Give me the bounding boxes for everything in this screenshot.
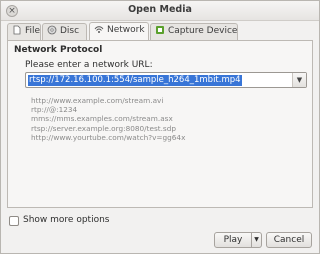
example-url: http://www.example.com/stream.avi [31, 96, 164, 105]
file-icon [12, 25, 22, 35]
url-input[interactable]: rtsp://172.16.100.1:554/sample_h264_1mbi… [28, 75, 242, 86]
network-panel: Network Protocol Please enter a network … [7, 40, 313, 208]
play-button[interactable]: Play [214, 232, 252, 248]
play-dropdown-icon[interactable]: ▼ [252, 232, 262, 248]
window-title: Open Media [128, 4, 192, 15]
tab-file[interactable]: File [7, 23, 41, 40]
open-media-dialog: × Open Media File Disc Network Capture D… [0, 0, 320, 254]
tab-disc[interactable]: Disc [42, 23, 87, 40]
chevron-down-icon[interactable]: ▼ [292, 73, 306, 87]
disc-icon [47, 25, 57, 35]
example-url: rtsp://server.example.org:8080/test.sdp [31, 123, 176, 133]
capture-icon [155, 25, 165, 35]
example-url: rtp://@:1234 [31, 105, 78, 115]
title-bar: × Open Media [1, 1, 319, 21]
tab-capture-device[interactable]: Capture Device [150, 23, 238, 40]
tab-network[interactable]: Network [89, 22, 149, 41]
url-combobox[interactable]: rtsp://172.16.100.1:554/sample_h264_1mbi… [25, 72, 307, 88]
show-more-checkbox[interactable] [9, 216, 19, 226]
show-more-label: Show more options [23, 215, 110, 225]
example-url: mms://mms.examples.com/stream.asx [31, 114, 173, 124]
network-icon [94, 24, 104, 34]
cancel-button[interactable]: Cancel [266, 232, 312, 248]
example-url: http://www.yourtube.com/watch?v=gg64x [31, 132, 186, 142]
section-title: Network Protocol [14, 45, 103, 55]
url-label: Please enter a network URL: [25, 60, 153, 70]
url-examples: http://www.example.com/stream.avi rtp://… [31, 96, 185, 142]
